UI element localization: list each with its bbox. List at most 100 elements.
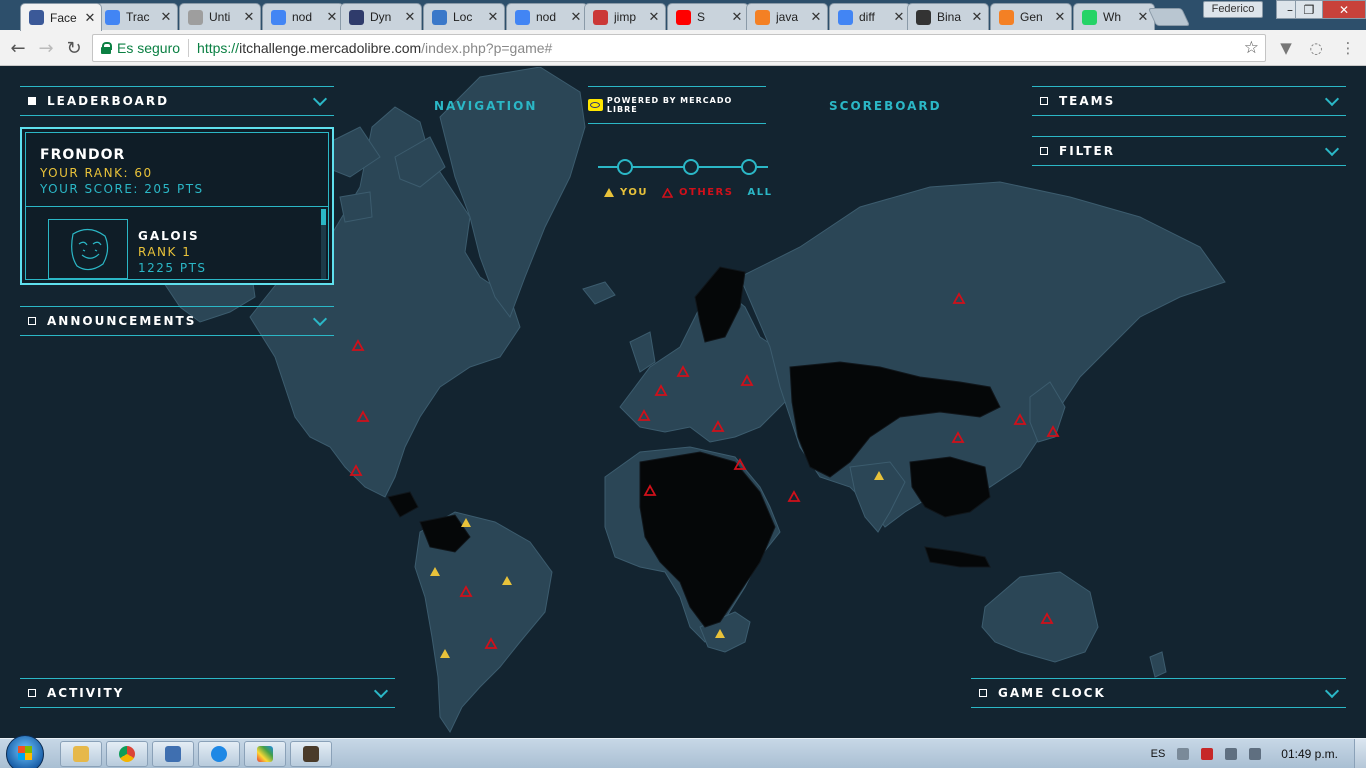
slider-knob-you[interactable]: [617, 159, 633, 175]
close-window-button[interactable]: ✕: [1322, 0, 1366, 19]
youtube-icon: [676, 9, 691, 25]
tab-close-icon[interactable]: ✕: [970, 9, 984, 25]
folder-icon: [73, 746, 89, 762]
display-icon[interactable]: [1225, 748, 1238, 760]
teams-header[interactable]: TEAMS: [1032, 86, 1346, 116]
hackernoon-icon: [349, 9, 364, 25]
leaderboard-scrollbar[interactable]: [321, 209, 326, 279]
slider-knob-all[interactable]: [741, 159, 757, 175]
reload-icon[interactable]: ↻: [62, 36, 86, 60]
browser-tab[interactable]: nod ✕: [506, 3, 588, 30]
restore-button[interactable]: ❐: [1295, 0, 1323, 19]
browser-tab[interactable]: diff ✕: [829, 3, 911, 30]
chevron-down-icon[interactable]: [1324, 143, 1340, 159]
tab-title: Bina: [937, 10, 962, 24]
browser-tab[interactable]: Wh ✕: [1073, 3, 1155, 30]
volume-icon[interactable]: [1249, 748, 1262, 760]
chevron-down-icon[interactable]: [312, 93, 328, 109]
tab-close-icon[interactable]: ✕: [647, 9, 661, 25]
legend-you[interactable]: YOU: [604, 187, 648, 198]
browser-tab[interactable]: Loc ✕: [423, 3, 505, 30]
browser-tab[interactable]: Unti ✕: [179, 3, 261, 30]
menu-icon[interactable]: ⋮: [1338, 38, 1358, 58]
tab-close-icon[interactable]: ✕: [1053, 9, 1067, 25]
tab-close-icon[interactable]: ✕: [809, 9, 823, 25]
tab-close-icon[interactable]: ✕: [1136, 9, 1150, 25]
taskbar-app-5[interactable]: [244, 741, 286, 767]
activity-header[interactable]: ACTIVITY: [20, 678, 395, 708]
troll-face-icon: [71, 228, 109, 271]
leaderboard-header[interactable]: LEADERBOARD: [20, 86, 334, 116]
dark-africa-region: [639, 451, 776, 628]
tab-close-icon[interactable]: ✕: [83, 10, 97, 26]
dark-indonesia-region: [924, 546, 991, 568]
app-icon: [165, 746, 181, 762]
leaderboard-scroll-thumb[interactable]: [321, 209, 326, 225]
keyboard-icon[interactable]: [1177, 748, 1190, 760]
marker-legend: YOU OTHERS ALL: [604, 187, 786, 198]
legend-others[interactable]: OTHERS: [662, 187, 733, 198]
taskbar-explorer[interactable]: [60, 741, 102, 767]
browser-tab[interactable]: nod ✕: [262, 3, 344, 30]
back-icon[interactable]: ←: [6, 36, 30, 60]
clock[interactable]: 01:49 p.m.: [1281, 747, 1338, 761]
tab-close-icon[interactable]: ✕: [892, 9, 906, 25]
taskbar-app-3[interactable]: [152, 741, 194, 767]
tab-title: Face: [50, 10, 77, 25]
tab-title: diff: [859, 10, 875, 24]
tab-close-icon[interactable]: ✕: [403, 9, 417, 25]
language-indicator[interactable]: ES: [1151, 748, 1166, 760]
legend-all[interactable]: ALL: [747, 187, 772, 198]
powered-by-text: POWERED BY MERCADO LIBRE: [606, 96, 733, 114]
filter-header[interactable]: FILTER: [1032, 136, 1346, 166]
slider-knob-others[interactable]: [683, 159, 699, 175]
show-desktop-button[interactable]: [1354, 739, 1366, 768]
chevron-down-icon[interactable]: [1324, 685, 1340, 701]
chevron-down-icon[interactable]: [1324, 93, 1340, 109]
address-bar[interactable]: Es seguro https://itchallenge.mercadolib…: [92, 34, 1266, 62]
browser-tab[interactable]: Trac ✕: [96, 3, 178, 30]
page-icon: [432, 9, 447, 25]
leader-rank: RANK 1: [138, 245, 192, 259]
extension-v-icon[interactable]: ▼: [1276, 38, 1296, 58]
tab-title: Dyn: [370, 10, 392, 24]
browser-tab[interactable]: Gen ✕: [990, 3, 1072, 30]
tab-close-icon[interactable]: ✕: [730, 9, 744, 25]
tab-close-icon[interactable]: ✕: [325, 9, 339, 25]
browser-tab[interactable]: java ✕: [746, 3, 828, 30]
extension-circle-icon[interactable]: ◌: [1306, 38, 1326, 58]
taskbar-app-6[interactable]: [290, 741, 332, 767]
red-triangle-icon: [662, 187, 674, 198]
tab-close-icon[interactable]: ✕: [159, 9, 173, 25]
game-clock-header[interactable]: GAME CLOCK: [971, 678, 1346, 708]
activity-checkbox-icon: [28, 689, 36, 697]
teams-title: TEAMS: [1059, 94, 1116, 108]
network-error-icon[interactable]: [1201, 748, 1214, 760]
leader-avatar: [48, 219, 128, 279]
bookmark-star-icon[interactable]: ☆: [1244, 38, 1259, 58]
browser-tab[interactable]: Bina ✕: [907, 3, 989, 30]
my-rank: YOUR RANK: 60: [40, 166, 153, 180]
chevron-down-icon[interactable]: [373, 685, 389, 701]
profile-button[interactable]: Federico: [1203, 1, 1263, 18]
forward-icon[interactable]: →: [34, 36, 58, 60]
url-text[interactable]: https://itchallenge.mercadolibre.com/ind…: [197, 40, 552, 56]
taskbar-chrome[interactable]: [106, 741, 148, 767]
browser-tab[interactable]: Dyn ✕: [340, 3, 422, 30]
navigation-tab[interactable]: NAVIGATION: [434, 99, 537, 113]
chevron-down-icon[interactable]: [312, 313, 328, 329]
start-button[interactable]: [6, 735, 44, 768]
browser-tab[interactable]: S ✕: [667, 3, 749, 30]
browser-toolbar: ← → ↻ Es seguro https://itchallenge.merc…: [0, 30, 1366, 66]
url-host: itchallenge.mercadolibre.com: [239, 40, 422, 56]
browser-tab[interactable]: jimp ✕: [584, 3, 666, 30]
announcements-header[interactable]: ANNOUNCEMENTS: [20, 306, 334, 336]
scoreboard-tab[interactable]: SCOREBOARD: [829, 99, 942, 113]
browser-tab[interactable]: Face ✕: [20, 3, 102, 31]
red-team-marker-icon[interactable]: [787, 490, 801, 502]
tab-close-icon[interactable]: ✕: [486, 9, 500, 25]
taskbar-app-4[interactable]: [198, 741, 240, 767]
npm-icon: [593, 9, 608, 25]
tab-close-icon[interactable]: ✕: [242, 9, 256, 25]
tab-close-icon[interactable]: ✕: [569, 9, 583, 25]
